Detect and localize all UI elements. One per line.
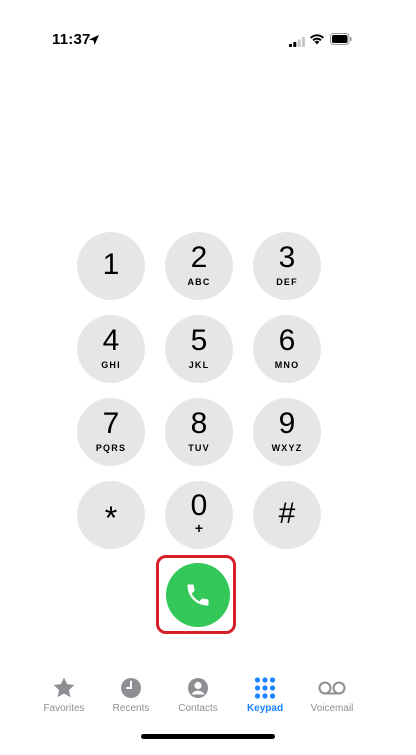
key-1[interactable]: 1	[77, 232, 145, 300]
key-star[interactable]: *	[77, 481, 145, 549]
key-6[interactable]: 6 MNO	[253, 315, 321, 383]
key-hash[interactable]: #	[253, 481, 321, 549]
key-letters: +	[194, 520, 204, 536]
key-letters: WXYZ	[271, 443, 303, 453]
key-2[interactable]: 2 ABC	[165, 232, 233, 300]
voicemail-icon	[292, 676, 372, 700]
key-digit: 8	[190, 407, 208, 440]
key-letters: GHI	[101, 360, 121, 370]
key-digit: 4	[102, 324, 120, 357]
key-letters: ABC	[187, 277, 211, 287]
tab-label: Voicemail	[310, 703, 354, 714]
key-digit: 1	[102, 248, 120, 281]
key-digit: #	[278, 497, 296, 530]
key-digit: *	[104, 500, 118, 536]
key-digit: 3	[278, 241, 296, 274]
key-digit: 0	[190, 489, 208, 522]
phone-icon	[187, 584, 209, 606]
key-letters: TUV	[188, 443, 210, 453]
key-letters: MNO	[274, 360, 300, 370]
key-0[interactable]: 0 +	[165, 481, 233, 549]
call-button[interactable]	[166, 563, 230, 627]
tab-voicemail[interactable]: Voicemail	[292, 668, 372, 723]
key-digit: 5	[190, 324, 208, 357]
key-digit: 7	[102, 407, 120, 440]
key-3[interactable]: 3 DEF	[253, 232, 321, 300]
key-9[interactable]: 9 WXYZ	[253, 398, 321, 466]
tab-bar: Favorites Recents Contacts Keypad Voicem…	[0, 668, 416, 728]
home-indicator	[141, 734, 275, 739]
key-7[interactable]: 7 PQRS	[77, 398, 145, 466]
key-digit: 2	[190, 241, 208, 274]
key-4[interactable]: 4 GHI	[77, 315, 145, 383]
key-8[interactable]: 8 TUV	[165, 398, 233, 466]
key-5[interactable]: 5 JKL	[165, 315, 233, 383]
key-letters: DEF	[276, 277, 298, 287]
keypad: 1 2 ABC 3 DEF 4 GHI 5 JKL 6 MNO 7 PQRS 8…	[0, 0, 416, 755]
key-letters: PQRS	[95, 443, 127, 453]
key-digit: 6	[278, 324, 296, 357]
key-letters: JKL	[188, 360, 210, 370]
key-digit: 9	[278, 407, 296, 440]
